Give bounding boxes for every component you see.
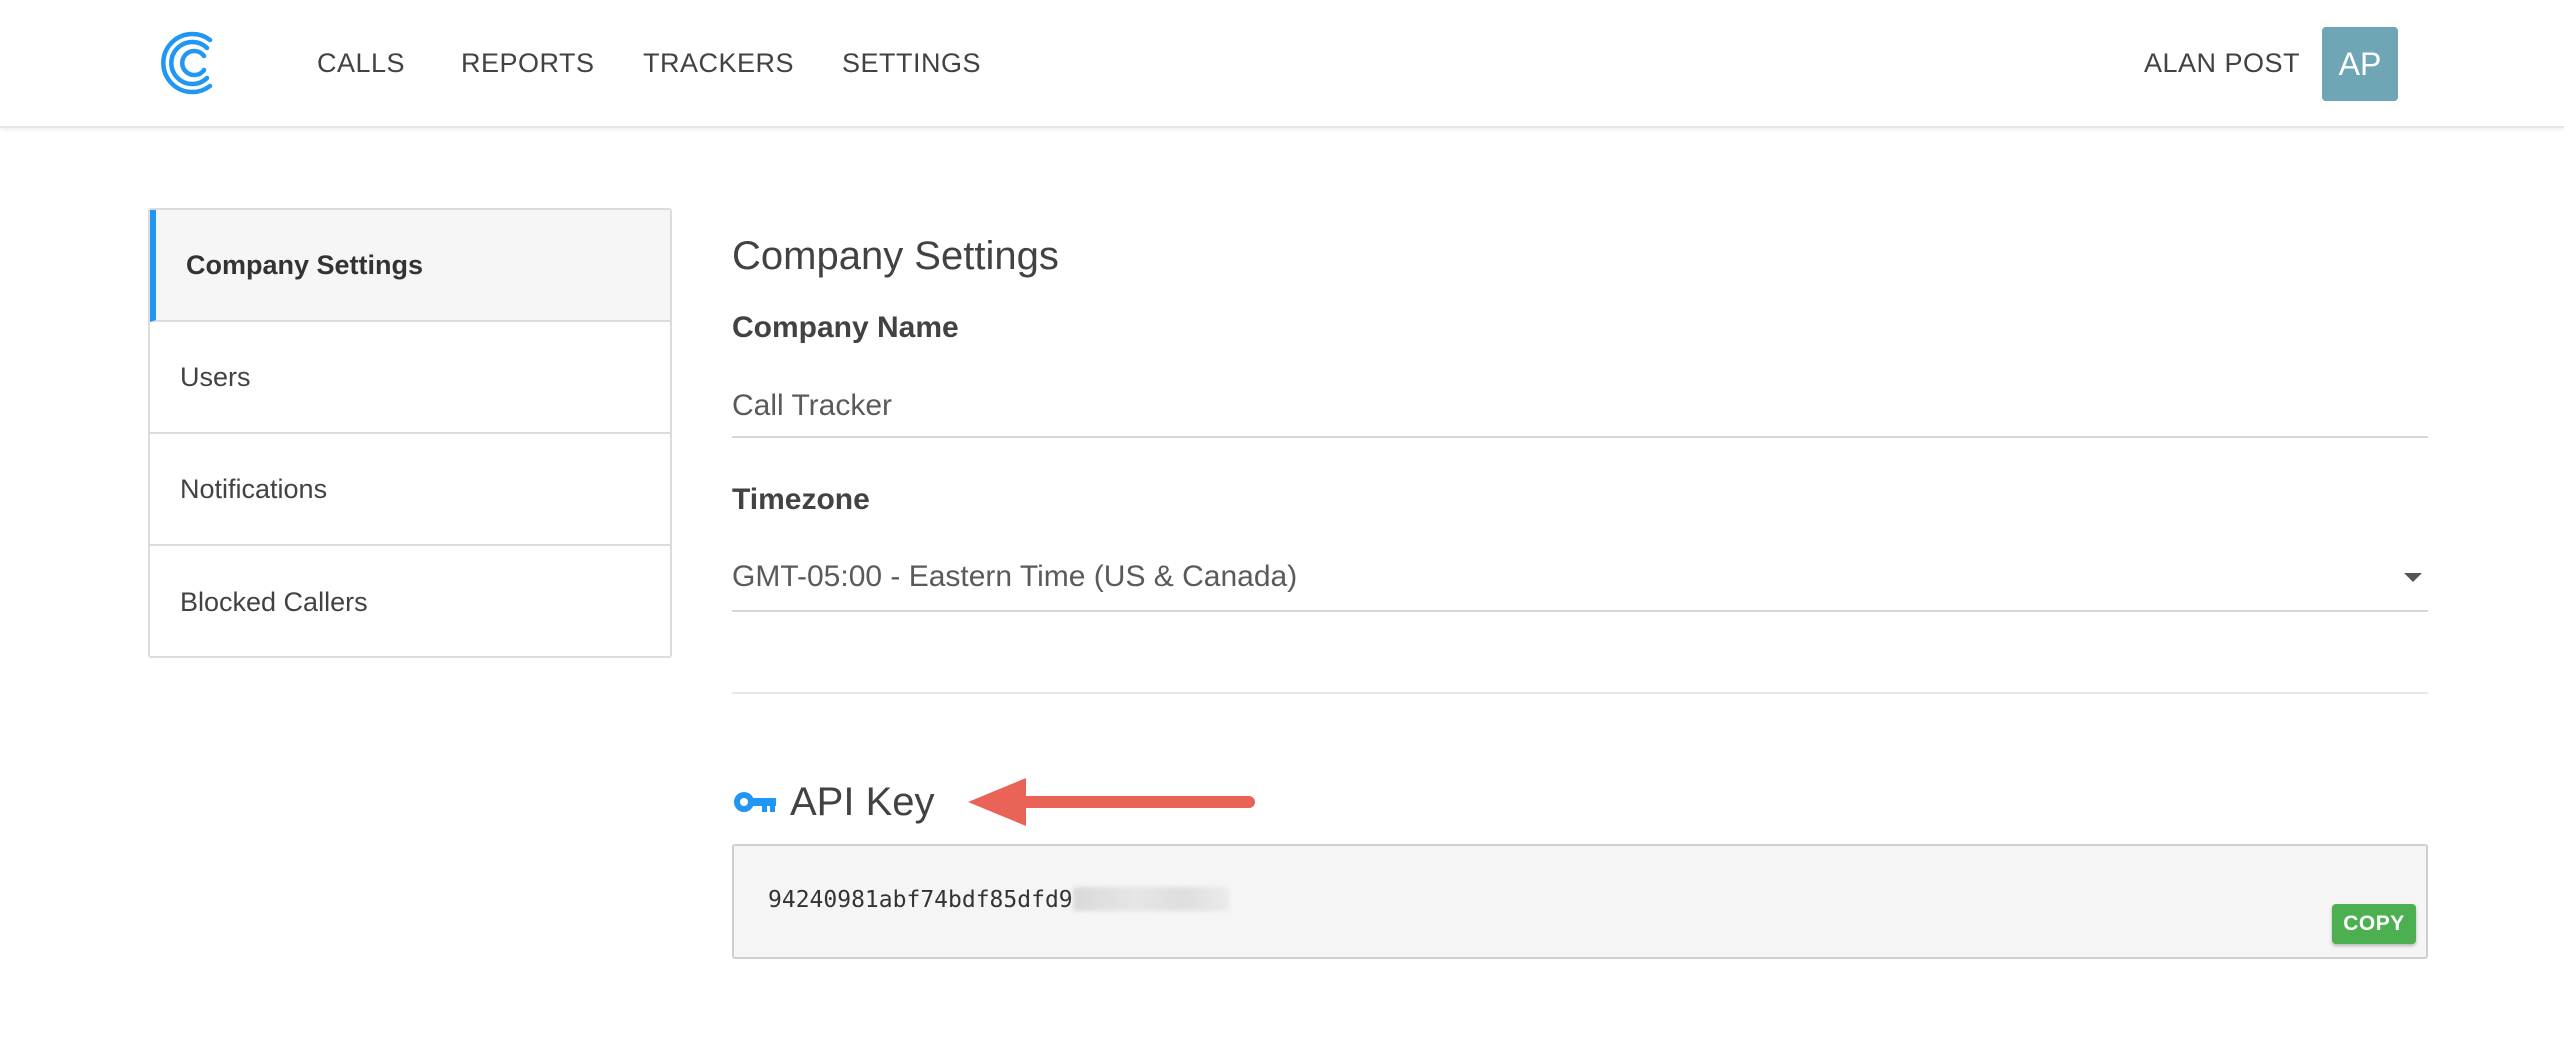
copy-button[interactable]: COPY bbox=[2332, 904, 2416, 944]
timezone-label: Timezone bbox=[732, 483, 870, 516]
sidebar-item-notifications[interactable]: Notifications bbox=[150, 434, 670, 546]
timezone-select[interactable]: GMT-05:00 - Eastern Time (US & Canada) bbox=[732, 544, 2428, 612]
section-divider bbox=[732, 692, 2428, 694]
company-logo-icon[interactable] bbox=[158, 26, 220, 100]
nav-reports[interactable]: REPORTS bbox=[461, 46, 595, 80]
annotation-arrow-icon bbox=[968, 778, 1255, 826]
top-navigation-bar: CALLS REPORTS TRACKERS SETTINGS ALAN POS… bbox=[0, 0, 2564, 128]
avatar[interactable]: AP bbox=[2322, 27, 2398, 101]
chevron-down-icon bbox=[2404, 572, 2422, 582]
sidebar-item-blocked-callers[interactable]: Blocked Callers bbox=[150, 546, 670, 658]
api-key-title: API Key bbox=[790, 780, 935, 824]
company-name-label: Company Name bbox=[732, 311, 959, 344]
user-name[interactable]: ALAN POST bbox=[2144, 46, 2300, 80]
page-title: Company Settings bbox=[732, 234, 1059, 278]
nav-calls[interactable]: CALLS bbox=[317, 46, 405, 80]
api-key-heading: API Key bbox=[732, 774, 935, 830]
key-icon bbox=[734, 792, 776, 812]
sidebar-item-users[interactable]: Users bbox=[150, 322, 670, 434]
company-name-input[interactable] bbox=[732, 376, 2428, 438]
api-key-visible-text: 94240981abf74bdf85dfd9 bbox=[768, 887, 1073, 913]
settings-sidebar: Company Settings Users Notifications Blo… bbox=[148, 208, 672, 658]
timezone-selected-value: GMT-05:00 - Eastern Time (US & Canada) bbox=[732, 560, 1298, 593]
api-key-field[interactable]: 94240981abf74bdf85dfd9 COPY bbox=[732, 844, 2428, 959]
nav-trackers[interactable]: TRACKERS bbox=[643, 46, 794, 80]
nav-settings[interactable]: SETTINGS bbox=[842, 46, 981, 80]
api-key-value[interactable]: 94240981abf74bdf85dfd9 bbox=[768, 886, 1229, 914]
sidebar-item-company-settings[interactable]: Company Settings bbox=[150, 210, 670, 322]
api-key-redacted-blur bbox=[1072, 887, 1229, 911]
